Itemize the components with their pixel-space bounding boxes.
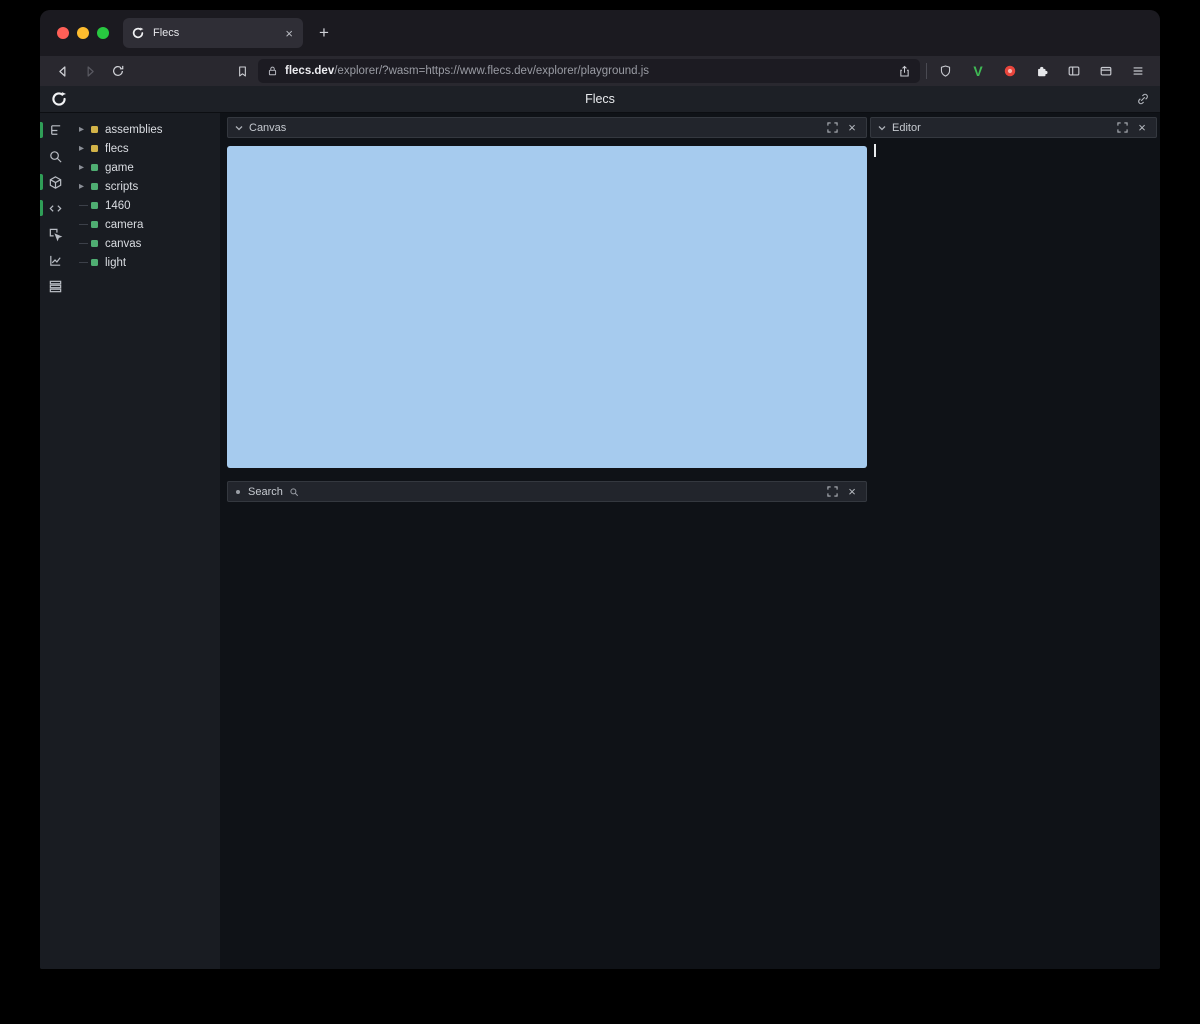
entity-dot-icon (91, 145, 98, 152)
chevron-down-icon[interactable] (878, 124, 886, 132)
rail-stats-button[interactable] (40, 247, 70, 273)
app-content: ▸ assemblies ▸ flecs ▸ game ▸ scripts 1460 camera… (40, 113, 1160, 969)
url-text: flecs.dev/explorer/?wasm=https://www.fle… (285, 65, 890, 77)
entity-dot-icon (91, 221, 98, 228)
entity-dot-icon (91, 126, 98, 133)
expand-chevron-icon[interactable]: ▸ (79, 125, 91, 135)
search-panel-header: Search × (227, 481, 867, 502)
tree-item-light[interactable]: light (70, 253, 220, 272)
editor-text-area[interactable] (870, 138, 1157, 969)
entity-dot-icon (91, 202, 98, 209)
tree-item-assemblies[interactable]: ▸ assemblies (70, 120, 220, 139)
rail-code-button[interactable] (40, 195, 70, 221)
flecs-logo (50, 90, 68, 108)
tree-item-label: scripts (105, 181, 138, 193)
editor-panel-title: Editor (892, 122, 921, 134)
new-tab-button[interactable]: + (311, 20, 337, 46)
shield-icon[interactable] (933, 60, 957, 82)
expand-chevron-icon[interactable]: ▸ (79, 144, 91, 154)
red-circle-extension-icon[interactable] (998, 60, 1022, 82)
page-title: Flecs (40, 92, 1160, 106)
flecs-favicon (131, 26, 146, 41)
tree-item-label: 1460 (105, 200, 131, 212)
tree-item-game[interactable]: ▸ game (70, 158, 220, 177)
search-panel-title: Search (248, 486, 283, 498)
tree-item-label: light (105, 257, 126, 269)
zoom-window-button[interactable] (97, 27, 109, 39)
browser-tab[interactable]: Flecs × (123, 18, 303, 48)
entity-dot-icon (91, 164, 98, 171)
rail-tables-button[interactable] (40, 273, 70, 299)
link-icon[interactable] (1136, 92, 1150, 106)
expand-chevron-icon[interactable]: ▸ (79, 163, 91, 173)
traffic-lights (57, 27, 109, 39)
search-panel: Search × (227, 481, 867, 502)
rail-inspect-button[interactable] (40, 221, 70, 247)
tree-item-label: camera (105, 219, 143, 231)
main-column: Canvas × Search (220, 113, 870, 969)
tree-item-flecs[interactable]: ▸ flecs (70, 139, 220, 158)
tree-guide-line (79, 262, 91, 263)
canvas-panel-title: Canvas (249, 122, 286, 134)
flecs-explorer-app: Flecs ▸ assemblies ▸ flecs ▸ game ▸ scripts 1460… (40, 86, 1160, 969)
entity-dot-icon (91, 183, 98, 190)
expand-chevron-icon[interactable]: ▸ (79, 182, 91, 192)
reload-button[interactable] (106, 60, 130, 82)
url-bar[interactable]: flecs.dev/explorer/?wasm=https://www.fle… (258, 59, 920, 83)
tree-guide-line (79, 224, 91, 225)
icon-rail (40, 113, 70, 969)
entity-dot-icon (91, 259, 98, 266)
tab-close-icon[interactable]: × (283, 26, 295, 41)
navigation-bar: flecs.dev/explorer/?wasm=https://www.fle… (40, 56, 1160, 86)
card-icon[interactable] (1094, 60, 1118, 82)
tree-item-1460[interactable]: 1460 (70, 196, 220, 215)
sidebar-toggle-icon[interactable] (1062, 60, 1086, 82)
close-window-button[interactable] (57, 27, 69, 39)
editor-panel-header: Editor × (870, 117, 1157, 138)
minimize-window-button[interactable] (77, 27, 89, 39)
tree-guide-line (79, 243, 91, 244)
tab-title: Flecs (153, 27, 283, 39)
text-caret (874, 144, 876, 157)
extension-cluster: V (966, 60, 1150, 82)
expand-icon[interactable] (825, 121, 839, 135)
rail-entities-button[interactable] (40, 169, 70, 195)
search-icon (287, 485, 301, 499)
tab-bar: Flecs × + (40, 10, 1160, 56)
close-icon[interactable]: × (845, 485, 859, 499)
tree-item-canvas[interactable]: canvas (70, 234, 220, 253)
tree-item-label: game (105, 162, 134, 174)
entity-dot-icon (91, 240, 98, 247)
canvas-panel-header: Canvas × (227, 117, 867, 138)
forward-button[interactable] (78, 60, 102, 82)
tree-guide-line (79, 205, 91, 206)
tree-item-label: flecs (105, 143, 129, 155)
close-icon[interactable]: × (1135, 121, 1149, 135)
browser-window: Flecs × + flecs.dev/explorer/?wasm=https… (40, 10, 1160, 969)
lock-icon (267, 65, 278, 77)
app-header: Flecs (40, 86, 1160, 113)
canvas-panel: Canvas × (227, 117, 867, 468)
rail-search-button[interactable] (40, 143, 70, 169)
close-icon[interactable]: × (845, 121, 859, 135)
tree-item-label: assemblies (105, 124, 163, 136)
tree-item-label: canvas (105, 238, 141, 250)
rail-tree-button[interactable] (40, 117, 70, 143)
tree-item-camera[interactable]: camera (70, 215, 220, 234)
expand-icon[interactable] (1115, 121, 1129, 135)
expand-icon[interactable] (825, 485, 839, 499)
chevron-down-icon[interactable] (235, 124, 243, 132)
back-button[interactable] (50, 60, 74, 82)
share-icon[interactable] (897, 64, 911, 78)
bullet-icon[interactable] (236, 490, 240, 494)
entity-tree: ▸ assemblies ▸ flecs ▸ game ▸ scripts 1460 camera… (70, 113, 220, 969)
extensions-puzzle-icon[interactable] (1030, 60, 1054, 82)
toolbar-divider (926, 63, 927, 79)
menu-icon[interactable] (1126, 60, 1150, 82)
tree-item-scripts[interactable]: ▸ scripts (70, 177, 220, 196)
v-extension-icon[interactable]: V (966, 60, 990, 82)
bookmarks-icon[interactable] (230, 60, 254, 82)
editor-panel: Editor × (870, 113, 1160, 969)
canvas-surface[interactable] (227, 146, 867, 468)
